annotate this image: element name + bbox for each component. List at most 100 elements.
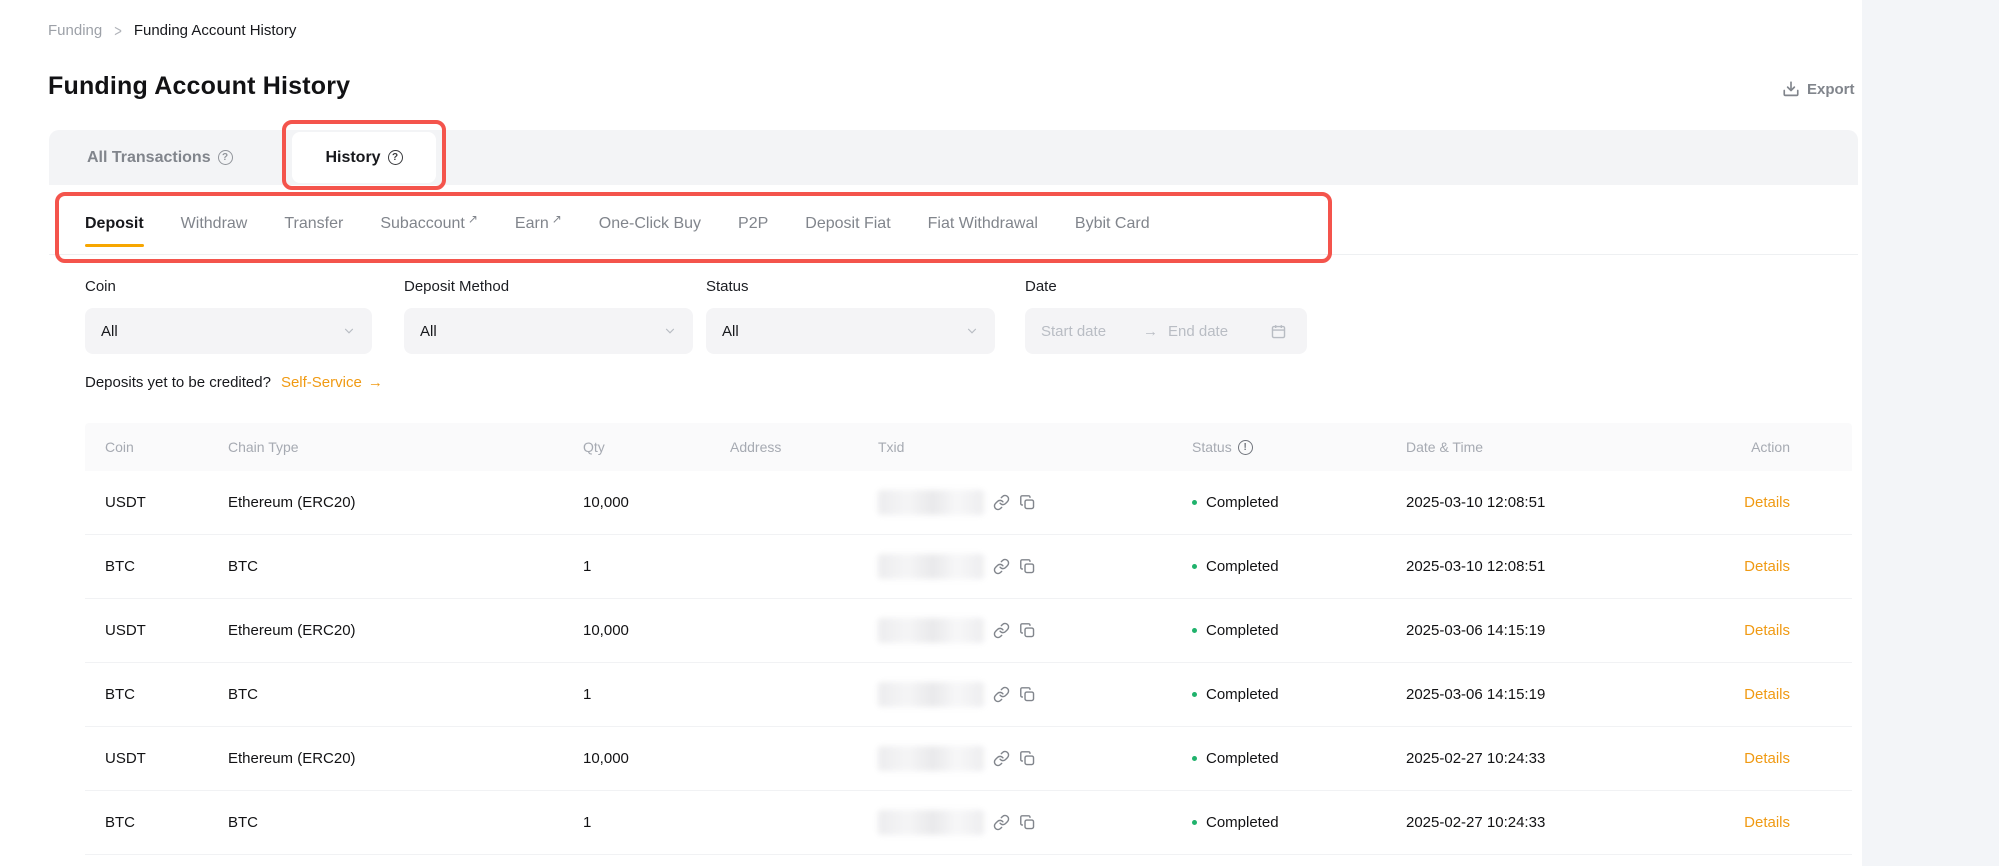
subtab-transfer[interactable]: Transfer bbox=[284, 195, 343, 253]
external-link-icon: ↗ bbox=[552, 212, 562, 226]
cell-action: Details bbox=[1742, 750, 1852, 767]
details-link[interactable]: Details bbox=[1744, 622, 1790, 639]
subtab-bybit-card[interactable]: Bybit Card bbox=[1075, 195, 1150, 253]
details-link[interactable]: Details bbox=[1744, 750, 1790, 767]
status-select[interactable]: All bbox=[706, 308, 995, 354]
filter-label: Deposit Method bbox=[404, 278, 693, 295]
subtab-fiat-withdrawal[interactable]: Fiat Withdrawal bbox=[928, 195, 1038, 253]
start-date-input[interactable] bbox=[1041, 323, 1133, 340]
copy-icon[interactable] bbox=[1019, 814, 1036, 831]
breadcrumb-funding[interactable]: Funding bbox=[48, 22, 102, 39]
details-link[interactable]: Details bbox=[1744, 558, 1790, 575]
subtab-p2p[interactable]: P2P bbox=[738, 195, 768, 253]
tab-all-transactions[interactable]: All Transactions ? bbox=[87, 130, 233, 185]
subtab-subaccount[interactable]: Subaccount↗ bbox=[380, 195, 478, 253]
tab-history[interactable]: History ? bbox=[292, 132, 436, 183]
details-link[interactable]: Details bbox=[1744, 494, 1790, 511]
copy-icon[interactable] bbox=[1019, 622, 1036, 639]
col-header-chain-type: Chain Type bbox=[228, 439, 583, 455]
cell-status: Completed bbox=[1192, 622, 1406, 639]
subtab-label: Deposit Fiat bbox=[805, 215, 890, 233]
coin-select[interactable]: All bbox=[85, 308, 372, 354]
select-value: All bbox=[722, 323, 965, 340]
redacted-txid bbox=[878, 810, 984, 835]
chevron-down-icon bbox=[965, 324, 979, 338]
details-link[interactable]: Details bbox=[1744, 686, 1790, 703]
cell-status: Completed bbox=[1192, 558, 1406, 575]
deposit-notice: Deposits yet to be credited? Self-Servic… bbox=[85, 374, 383, 391]
page-title: Funding Account History bbox=[48, 72, 350, 101]
status-label: Completed bbox=[1206, 750, 1279, 767]
subtab-one-click-buy[interactable]: One-Click Buy bbox=[599, 195, 701, 253]
filter-coin: Coin All bbox=[85, 278, 372, 354]
self-service-link[interactable]: Self-Service → bbox=[281, 374, 383, 391]
subtab-earn[interactable]: Earn↗ bbox=[515, 195, 562, 253]
cell-datetime: 2025-02-27 10:24:33 bbox=[1406, 750, 1742, 767]
col-header-txid: Txid bbox=[878, 439, 1192, 455]
date-range-picker[interactable]: → bbox=[1025, 308, 1307, 354]
notice-text: Deposits yet to be credited? bbox=[85, 374, 271, 391]
info-icon[interactable]: ! bbox=[1238, 440, 1253, 455]
status-dot bbox=[1192, 500, 1197, 505]
link-icon[interactable] bbox=[993, 750, 1010, 767]
cell-coin: USDT bbox=[105, 622, 228, 639]
col-header-address: Address bbox=[730, 439, 878, 455]
subtab-label: Transfer bbox=[284, 215, 343, 233]
copy-icon[interactable] bbox=[1019, 750, 1036, 767]
link-icon[interactable] bbox=[993, 814, 1010, 831]
cell-action: Details bbox=[1742, 686, 1852, 703]
subtab-label: Deposit bbox=[85, 215, 144, 233]
end-date-input[interactable] bbox=[1168, 323, 1260, 340]
status-dot bbox=[1192, 820, 1197, 825]
cell-datetime: 2025-03-06 14:15:19 bbox=[1406, 622, 1742, 639]
status-dot bbox=[1192, 628, 1197, 633]
external-link-icon: ↗ bbox=[468, 212, 478, 226]
col-header-status: Status ! bbox=[1192, 439, 1406, 455]
status-label: Completed bbox=[1206, 558, 1279, 575]
deposit-method-select[interactable]: All bbox=[404, 308, 693, 354]
subtab-label: Bybit Card bbox=[1075, 215, 1150, 233]
cell-qty: 10,000 bbox=[583, 622, 730, 639]
table-row: BTCBTC1Completed2025-03-10 12:08:51Detai… bbox=[85, 535, 1852, 599]
cell-coin: BTC bbox=[105, 814, 228, 831]
redacted-txid bbox=[878, 554, 984, 579]
help-icon[interactable]: ? bbox=[218, 150, 233, 165]
cell-chain-type: BTC bbox=[228, 814, 583, 831]
table-row: USDTEthereum (ERC20)10,000Completed2025-… bbox=[85, 727, 1852, 791]
tab-label: All Transactions bbox=[87, 149, 211, 167]
link-icon[interactable] bbox=[993, 622, 1010, 639]
details-link[interactable]: Details bbox=[1744, 814, 1790, 831]
calendar-icon[interactable] bbox=[1270, 323, 1287, 340]
cell-chain-type: Ethereum (ERC20) bbox=[228, 622, 583, 639]
export-button[interactable]: Export bbox=[1782, 80, 1855, 98]
table-row: BTCBTC1Completed2025-02-27 10:24:33Detai… bbox=[85, 791, 1852, 855]
status-label: Completed bbox=[1206, 814, 1279, 831]
filter-deposit-method: Deposit Method All bbox=[404, 278, 693, 354]
copy-icon[interactable] bbox=[1019, 686, 1036, 703]
copy-icon[interactable] bbox=[1019, 494, 1036, 511]
download-icon bbox=[1782, 80, 1800, 98]
table-header: Coin Chain Type Qty Address Txid Status … bbox=[85, 423, 1852, 471]
content-panel: Funding > Funding Account History Fundin… bbox=[0, 0, 1862, 866]
subtab-deposit-fiat[interactable]: Deposit Fiat bbox=[805, 195, 890, 253]
cell-qty: 1 bbox=[583, 814, 730, 831]
cell-status: Completed bbox=[1192, 686, 1406, 703]
cell-action: Details bbox=[1742, 622, 1852, 639]
cell-qty: 1 bbox=[583, 558, 730, 575]
copy-icon[interactable] bbox=[1019, 558, 1036, 575]
link-icon[interactable] bbox=[993, 686, 1010, 703]
subtab-withdraw[interactable]: Withdraw bbox=[181, 195, 248, 253]
breadcrumb: Funding > Funding Account History bbox=[48, 22, 296, 39]
cell-coin: USDT bbox=[105, 750, 228, 767]
cell-datetime: 2025-03-10 12:08:51 bbox=[1406, 558, 1742, 575]
chevron-down-icon bbox=[663, 324, 677, 338]
subtab-bar: Deposit Withdraw Transfer Subaccount↗ Earn↗ O… bbox=[85, 195, 1150, 253]
subtab-deposit[interactable]: Deposit bbox=[85, 195, 144, 253]
history-table: Coin Chain Type Qty Address Txid Status … bbox=[85, 423, 1852, 855]
link-icon[interactable] bbox=[993, 558, 1010, 575]
status-label: Completed bbox=[1206, 622, 1279, 639]
table-row: BTCBTC1Completed2025-03-06 14:15:19Detai… bbox=[85, 663, 1852, 727]
help-icon[interactable]: ? bbox=[388, 150, 403, 165]
link-icon[interactable] bbox=[993, 494, 1010, 511]
cell-action: Details bbox=[1742, 494, 1852, 511]
